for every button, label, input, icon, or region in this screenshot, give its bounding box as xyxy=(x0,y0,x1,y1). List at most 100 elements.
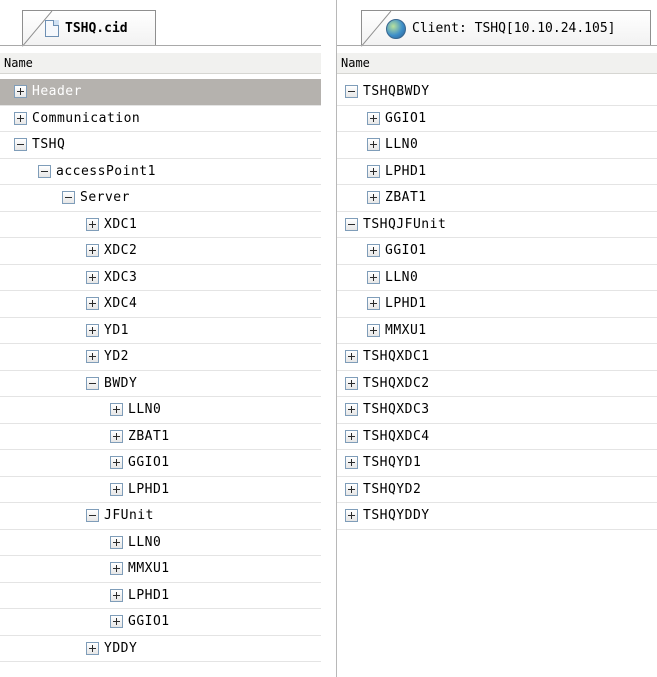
tree-node-tshqyddy[interactable]: TSHQYDDY xyxy=(337,503,657,530)
expand-plus-icon[interactable] xyxy=(110,403,123,417)
expand-plus-icon[interactable] xyxy=(345,482,358,496)
scl-tree-view: Header Communication TSHQ accessPoint1 Serve… xyxy=(0,79,321,662)
expand-plus-icon[interactable] xyxy=(110,482,123,496)
expand-plus-icon[interactable] xyxy=(86,641,99,655)
expand-plus-icon[interactable] xyxy=(345,429,358,443)
client-panel: Client: TSHQ[10.10.24.105] Name TSHQBWDY… xyxy=(336,0,657,677)
tree-node-yddy[interactable]: YDDY xyxy=(0,636,321,662)
expand-plus-icon[interactable] xyxy=(345,376,358,390)
expand-plus-icon[interactable] xyxy=(110,588,123,602)
expand-plus-icon[interactable] xyxy=(367,164,380,178)
expand-plus-icon[interactable] xyxy=(367,191,380,205)
tree-node-label: TSHQYD1 xyxy=(363,455,422,471)
collapse-minus-icon[interactable] xyxy=(86,376,99,390)
expand-plus-icon[interactable] xyxy=(367,244,380,258)
tree-node-xdc3[interactable]: XDC3 xyxy=(0,265,321,291)
expand-plus-icon[interactable] xyxy=(86,323,99,337)
tree-node-lphd1[interactable]: LPHD1 xyxy=(337,159,657,185)
tree-node-ggio1[interactable]: GGIO1 xyxy=(0,609,321,636)
tree-node-xdc1[interactable]: XDC1 xyxy=(0,212,321,238)
tree-node-header[interactable]: Header xyxy=(0,79,321,106)
tree-node-tshqbwdy[interactable]: TSHQBWDY xyxy=(337,79,657,106)
expand-plus-icon[interactable] xyxy=(110,456,123,470)
tree-node-xdc4[interactable]: XDC4 xyxy=(0,291,321,318)
tree-node-label: ZBAT1 xyxy=(128,428,170,444)
expand-plus-icon[interactable] xyxy=(110,615,123,629)
tree-node-lphd1[interactable]: LPHD1 xyxy=(0,583,321,609)
collapse-minus-icon[interactable] xyxy=(62,191,75,205)
tree-node-lln0[interactable]: LLN0 xyxy=(337,132,657,159)
tree-node-label: YD1 xyxy=(104,322,129,338)
expand-plus-icon[interactable] xyxy=(345,403,358,417)
tree-node-yd2[interactable]: YD2 xyxy=(0,344,321,371)
tree-node-label: MMXU1 xyxy=(385,322,427,338)
expand-plus-icon[interactable] xyxy=(110,535,123,549)
tree-node-zbat1[interactable]: ZBAT1 xyxy=(0,424,321,450)
tree-node-label: LPHD1 xyxy=(385,296,427,312)
tree-node-ggio1[interactable]: GGIO1 xyxy=(337,106,657,132)
tree-node-server[interactable]: Server xyxy=(0,185,321,212)
column-header-name[interactable]: Name xyxy=(337,53,657,74)
expand-plus-icon[interactable] xyxy=(86,270,99,284)
tree-node-jfunit[interactable]: JFUnit xyxy=(0,503,321,530)
client-tree-view: TSHQBWDY GGIO1 LLN0 LPHD1 ZBAT1 TSHQJFUnit GGI… xyxy=(337,79,657,530)
tree-node-lphd1[interactable]: LPHD1 xyxy=(337,291,657,318)
tree-node-tshqyd1[interactable]: TSHQYD1 xyxy=(337,450,657,477)
tree-node-label: TSHQYD2 xyxy=(363,481,422,497)
tree-node-label: JFUnit xyxy=(104,508,154,524)
expand-plus-icon[interactable] xyxy=(110,562,123,576)
collapse-minus-icon[interactable] xyxy=(86,509,99,523)
tree-node-tshqxdc1[interactable]: TSHQXDC1 xyxy=(337,344,657,371)
tree-node-lln0[interactable]: LLN0 xyxy=(337,265,657,291)
tree-node-lln0[interactable]: LLN0 xyxy=(0,397,321,424)
tree-node-lphd1[interactable]: LPHD1 xyxy=(0,477,321,503)
tree-node-tshqxdc3[interactable]: TSHQXDC3 xyxy=(337,397,657,424)
expand-plus-icon[interactable] xyxy=(367,111,380,125)
expand-plus-icon[interactable] xyxy=(14,111,27,125)
collapse-minus-icon[interactable] xyxy=(38,164,51,178)
expand-plus-icon[interactable] xyxy=(86,297,99,311)
expand-plus-icon[interactable] xyxy=(367,297,380,311)
tree-node-lln0[interactable]: LLN0 xyxy=(0,530,321,556)
expand-plus-icon[interactable] xyxy=(14,85,27,99)
tab-tshq-cid[interactable]: TSHQ.cid xyxy=(22,10,156,47)
tree-node-label: LLN0 xyxy=(128,402,162,418)
collapse-minus-icon[interactable] xyxy=(14,138,27,152)
tree-node-tshqxdc2[interactable]: TSHQXDC2 xyxy=(337,371,657,397)
expand-plus-icon[interactable] xyxy=(86,244,99,258)
collapse-minus-icon[interactable] xyxy=(345,217,358,231)
tree-node-ggio1[interactable]: GGIO1 xyxy=(0,450,321,477)
expand-plus-icon[interactable] xyxy=(345,509,358,523)
expand-plus-icon[interactable] xyxy=(367,138,380,152)
collapse-minus-icon[interactable] xyxy=(345,85,358,99)
tree-node-tshqyd2[interactable]: TSHQYD2 xyxy=(337,477,657,503)
tree-node-label: MMXU1 xyxy=(128,561,170,577)
expand-plus-icon[interactable] xyxy=(345,350,358,364)
expand-plus-icon[interactable] xyxy=(367,323,380,337)
tree-node-yd1[interactable]: YD1 xyxy=(0,318,321,344)
tree-node-tshq[interactable]: TSHQ xyxy=(0,132,321,159)
tab-title: TSHQ.cid xyxy=(65,21,128,36)
tree-node-ggio1[interactable]: GGIO1 xyxy=(337,238,657,265)
tree-node-label: accessPoint1 xyxy=(56,163,156,179)
tree-node-accesspoint1[interactable]: accessPoint1 xyxy=(0,159,321,185)
tree-node-communication[interactable]: Communication xyxy=(0,106,321,132)
tree-node-tshqxdc4[interactable]: TSHQXDC4 xyxy=(337,424,657,450)
tree-node-tshqjfunit[interactable]: TSHQJFUnit xyxy=(337,212,657,238)
tree-node-mmxu1[interactable]: MMXU1 xyxy=(0,556,321,583)
tree-node-label: XDC1 xyxy=(104,216,138,232)
column-header-name[interactable]: Name xyxy=(0,53,321,74)
tree-node-xdc2[interactable]: XDC2 xyxy=(0,238,321,265)
tree-node-label: TSHQJFUnit xyxy=(363,216,447,232)
tree-node-label: TSHQYDDY xyxy=(363,508,430,524)
tab-client-tshq[interactable]: Client: TSHQ[10.10.24.105] xyxy=(361,10,651,47)
expand-plus-icon[interactable] xyxy=(86,350,99,364)
expand-plus-icon[interactable] xyxy=(367,270,380,284)
expand-plus-icon[interactable] xyxy=(86,217,99,231)
tree-node-label: XDC3 xyxy=(104,269,138,285)
tree-node-zbat1[interactable]: ZBAT1 xyxy=(337,185,657,212)
tree-node-bwdy[interactable]: BWDY xyxy=(0,371,321,397)
expand-plus-icon[interactable] xyxy=(345,456,358,470)
tree-node-mmxu1[interactable]: MMXU1 xyxy=(337,318,657,344)
expand-plus-icon[interactable] xyxy=(110,429,123,443)
